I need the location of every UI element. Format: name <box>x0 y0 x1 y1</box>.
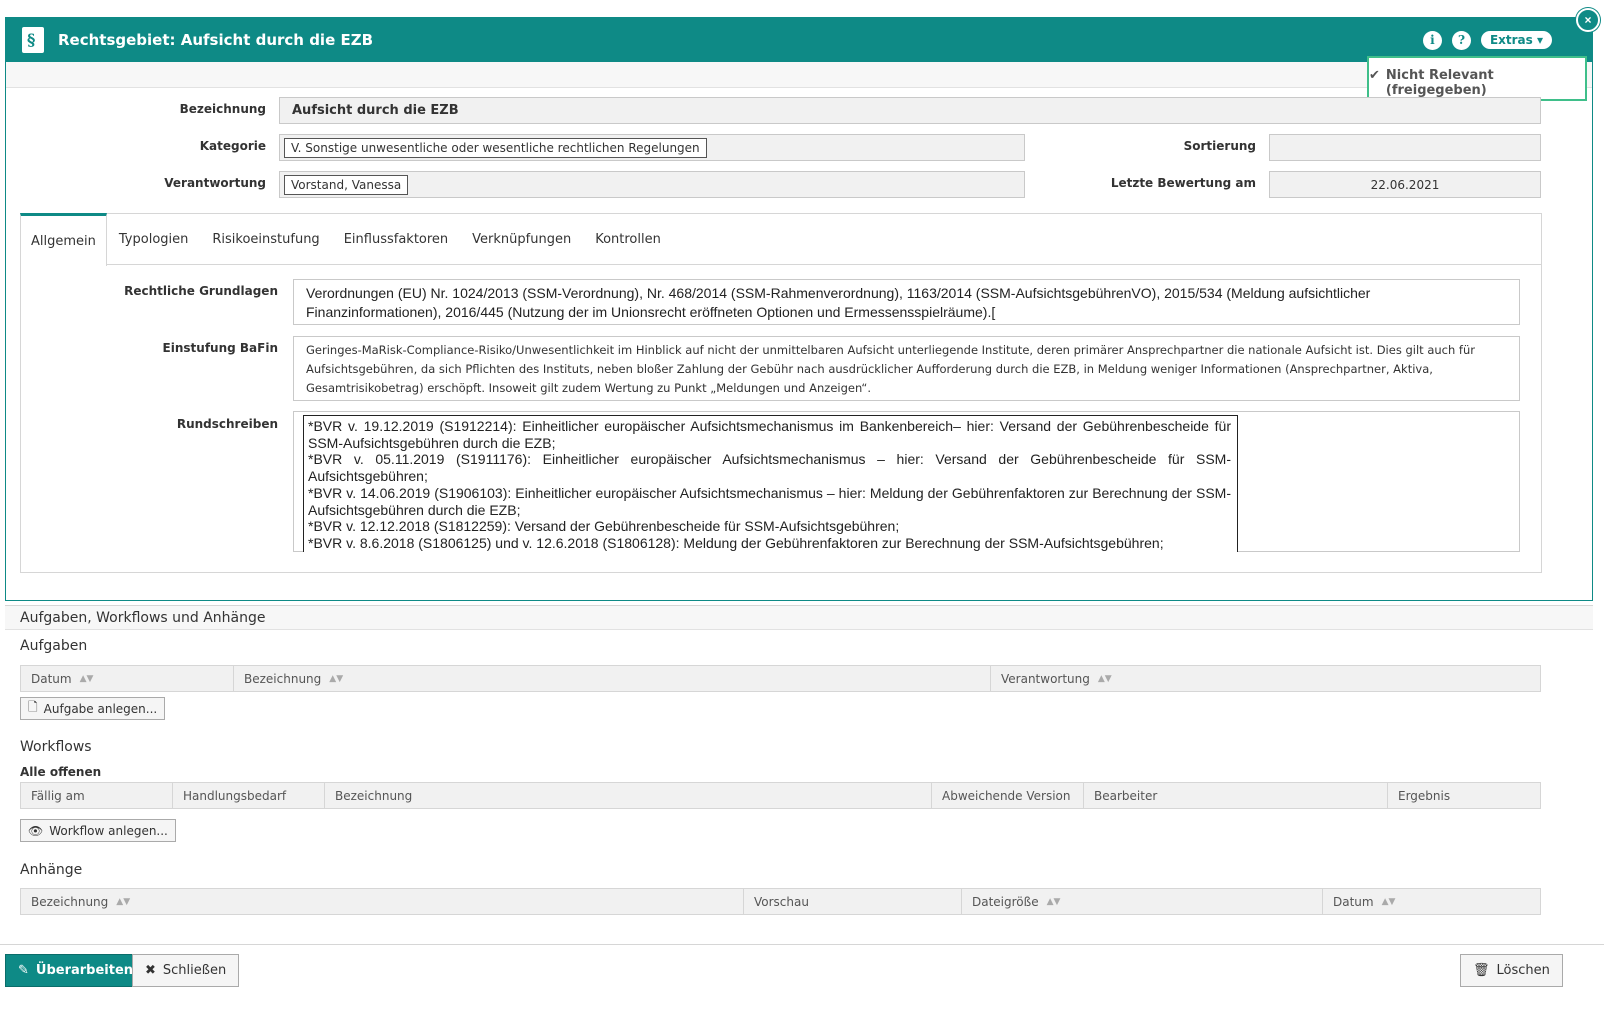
rundschreiben-field[interactable]: *BVR v. 19.12.2019 (S1912214): Einheitli… <box>293 411 1520 552</box>
dialog-footer: ✎ Überarbeiten ✖ Schließen 🗑 Löschen <box>0 944 1604 996</box>
rundschreiben-content: *BVR v. 19.12.2019 (S1912214): Einheitli… <box>303 415 1238 552</box>
tab-verknuepfungen[interactable]: Verknüpfungen <box>460 213 583 265</box>
einstufung-bafin-field[interactable]: Geringes-MaRisk-Compliance-Risiko/Unwese… <box>293 336 1520 401</box>
column-bearbeiter[interactable]: Bearbeiter <box>1084 783 1388 808</box>
check-icon: ✔ <box>1369 68 1380 83</box>
sortierung-label: Sortierung <box>1183 139 1256 153</box>
paragraph-document-icon: § <box>22 27 44 53</box>
workflows-filter[interactable]: Alle offenen <box>20 765 101 779</box>
tab-risikoeinstufung[interactable]: Risikoeinstufung <box>200 213 331 265</box>
workflows-title: Workflows <box>20 739 92 755</box>
letzte-bewertung-label: Letzte Bewertung am <box>1110 176 1256 190</box>
add-task-button[interactable]: 🗋 Aufgabe anlegen... <box>20 697 166 720</box>
verantwortung-field[interactable]: Vorstand, Vanessa <box>279 171 1025 198</box>
anhaenge-title: Anhänge <box>20 862 83 878</box>
sort-icon[interactable]: ▲▼ <box>329 674 343 684</box>
edit-button[interactable]: ✎ Überarbeiten <box>5 954 147 987</box>
verantwortung-label: Verantwortung <box>164 176 266 190</box>
tab-kontrollen[interactable]: Kontrollen <box>583 213 673 265</box>
dialog-titlebar: § Rechtsgebiet: Aufsicht durch die EZB i… <box>6 8 1600 62</box>
column-ergebnis[interactable]: Ergebnis <box>1388 783 1540 808</box>
close-icon[interactable]: × <box>1576 8 1600 32</box>
legal-area-dialog: § Rechtsgebiet: Aufsicht durch die EZB i… <box>5 8 1600 601</box>
column-abweichende-version[interactable]: Abweichende Version <box>932 783 1084 808</box>
eye-icon: 👁 <box>28 823 44 838</box>
close-icon: ✖ <box>145 963 156 978</box>
close-button[interactable]: ✖ Schließen <box>132 954 240 987</box>
column-bezeichnung[interactable]: Bezeichnung ▲▼ <box>234 666 991 691</box>
rundschreiben-label: Rundschreiben <box>176 417 278 431</box>
status-row: ✔ Nicht Relevant (freigegeben) <box>6 56 1592 101</box>
page: § Rechtsgebiet: Aufsicht durch die EZB i… <box>0 0 1604 1020</box>
bezeichnung-field[interactable]: Aufsicht durch die EZB <box>279 97 1541 124</box>
column-bezeichnung[interactable]: Bezeichnung <box>325 783 932 808</box>
rundschreiben-line: *BVR v. 12.12.2018 (S1812259): Versand d… <box>308 518 900 535</box>
rundschreiben-line: *BVR v. 14.06.2019 (S1906103): Einheitli… <box>308 484 1231 518</box>
kategorie-chip[interactable]: V. Sonstige unwesentliche oder wesentlic… <box>284 137 707 158</box>
column-dateigroesse[interactable]: Dateigröße ▲▼ <box>962 889 1323 914</box>
verantwortung-chip[interactable]: Vorstand, Vanessa <box>284 174 409 195</box>
info-icon[interactable]: i <box>1422 30 1442 50</box>
kategorie-label: Kategorie <box>199 139 266 153</box>
aufgaben-title: Aufgaben <box>20 638 88 654</box>
column-datum[interactable]: Datum ▲▼ <box>1323 889 1540 914</box>
tasks-workflows-attachments-section: Aufgaben, Workflows und Anhänge Aufgaben… <box>5 605 1593 945</box>
column-verantwortung[interactable]: Verantwortung ▲▼ <box>991 666 1540 691</box>
tab-bar: Allgemein Typologien Risikoeinstufung Ei… <box>20 213 673 266</box>
help-icon[interactable]: ? <box>1451 30 1471 50</box>
letzte-bewertung-field[interactable]: 22.06.2021 <box>1269 171 1541 198</box>
tab-typologien[interactable]: Typologien <box>107 213 200 265</box>
aufgaben-grid-header: Datum ▲▼ Bezeichnung ▲▼ Verantwortung ▲▼ <box>20 665 1541 692</box>
trash-icon: 🗑 <box>1473 963 1490 978</box>
workflows-grid-header: Fällig am Handlungsbedarf Bezeichnung Ab… <box>20 782 1541 809</box>
delete-button[interactable]: 🗑 Löschen <box>1460 954 1563 987</box>
bezeichnung-label: Bezeichnung <box>179 102 266 116</box>
column-datum[interactable]: Datum ▲▼ <box>21 666 234 691</box>
rundschreiben-line: *BVR v. 8.6.2018 (S1806125) und v. 12.6.… <box>308 534 1164 551</box>
new-document-icon: 🗋 <box>28 700 38 714</box>
sort-icon[interactable]: ▲▼ <box>1382 897 1396 907</box>
add-workflow-button[interactable]: 👁 Workflow anlegen... <box>20 819 176 842</box>
kategorie-field[interactable]: V. Sonstige unwesentliche oder wesentlic… <box>279 134 1025 161</box>
column-handlungsbedarf[interactable]: Handlungsbedarf <box>173 783 325 808</box>
edit-icon: ✎ <box>18 963 29 978</box>
status-label: Nicht Relevant (freigegeben) <box>1385 68 1494 98</box>
sortierung-field[interactable] <box>1269 134 1541 161</box>
column-bezeichnung[interactable]: Bezeichnung ▲▼ <box>21 889 744 914</box>
rechtliche-grundlagen-label: Rechtliche Grundlagen <box>124 284 278 298</box>
rechtliche-grundlagen-field[interactable]: Verordnungen (EU) Nr. 1024/2013 (SSM-Ver… <box>293 279 1520 325</box>
rundschreiben-line: *BVR v. 19.12.2019 (S1912214): Einheitli… <box>308 418 1231 451</box>
dialog-title: Rechtsgebiet: Aufsicht durch die EZB <box>58 31 374 49</box>
anhaenge-grid-header: Bezeichnung ▲▼ Vorschau Dateigröße ▲▼ Datu… <box>20 888 1541 915</box>
sort-icon[interactable]: ▲▼ <box>80 674 94 684</box>
status-badge[interactable]: ✔ Nicht Relevant (freigegeben) <box>1367 56 1587 101</box>
section-header: Aufgaben, Workflows und Anhänge <box>5 606 1593 630</box>
tab-allgemein[interactable]: Allgemein <box>20 213 107 266</box>
sort-icon[interactable]: ▲▼ <box>1047 897 1061 907</box>
rundschreiben-line: *BVR v. 05.11.2019 (S1911176): Einheitli… <box>308 451 1231 485</box>
column-vorschau[interactable]: Vorschau <box>744 889 962 914</box>
sort-icon[interactable]: ▲▼ <box>116 897 130 907</box>
sort-icon[interactable]: ▲▼ <box>1098 674 1112 684</box>
tab-einflussfaktoren[interactable]: Einflussfaktoren <box>332 213 460 265</box>
extras-menu-button[interactable]: Extras ▾ <box>1480 31 1552 49</box>
einstufung-bafin-label: Einstufung BaFin <box>162 341 278 355</box>
column-faellig-am[interactable]: Fällig am <box>21 783 173 808</box>
